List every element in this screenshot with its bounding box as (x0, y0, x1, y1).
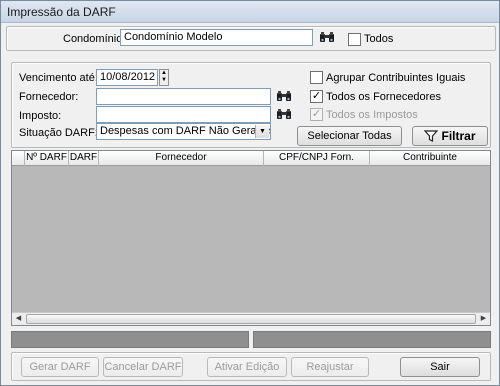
grid-col-darf[interactable]: DARF (69, 151, 99, 166)
scroll-left-icon[interactable]: ◀ (12, 313, 25, 325)
darf-window: Impressão da DARF Condomínio: Condomínio… (0, 0, 500, 386)
title-bar: Impressão da DARF (1, 1, 499, 23)
todos-fornecedores-checkbox[interactable]: ✓ (310, 90, 323, 103)
cancelar-darf-button[interactable]: Cancelar DARF (103, 357, 183, 377)
chevron-down-icon[interactable]: ▼ (255, 125, 269, 138)
situacao-label: Situação DARF: (19, 127, 98, 139)
grid-col-cpf-cnpj[interactable]: CPF/CNPJ Forn. (264, 151, 370, 166)
binoculars-icon (320, 32, 334, 42)
todos-checkbox[interactable] (348, 33, 361, 46)
todos-impostos-checkbox[interactable]: ✓ (310, 108, 323, 121)
vencimento-label: Vencimento até: (19, 72, 98, 84)
condominio-search-button[interactable] (317, 28, 337, 46)
todos-impostos-label: Todos os Impostos (326, 109, 418, 121)
todos-fornecedores-label: Todos os Fornecedores (326, 91, 441, 103)
agrupar-label: Agrupar Contribuintes Iguais (326, 72, 466, 84)
status-panel-left (11, 331, 249, 348)
binoculars-icon (277, 109, 291, 119)
situacao-value: Despesas com DARF Não Geradas (100, 125, 271, 137)
gerar-darf-button[interactable]: Gerar DARF (21, 357, 99, 377)
funnel-icon (424, 130, 439, 143)
spin-up-icon[interactable]: ▲ (160, 70, 168, 77)
spin-down-icon[interactable]: ▼ (160, 77, 168, 84)
imposto-field[interactable] (96, 106, 271, 123)
condominio-field[interactable]: Condomínio Modelo (120, 29, 313, 46)
vencimento-spinner[interactable]: ▲ ▼ (159, 69, 169, 86)
reajustar-button[interactable]: Reajustar (291, 357, 369, 377)
ativar-edicao-button[interactable]: Ativar Edição (207, 357, 287, 377)
vencimento-field[interactable]: 10/08/2012 (96, 69, 158, 86)
grid-col-contribuinte[interactable]: Contribuinte (370, 151, 490, 166)
filtrar-button[interactable]: Filtrar (412, 126, 488, 146)
darf-grid[interactable]: Nº DARF DARF Fornecedor CPF/CNPJ Forn. C… (11, 150, 491, 326)
situacao-select[interactable]: Despesas com DARF Não Geradas ▼ (96, 123, 271, 140)
sair-button[interactable]: Sair (400, 357, 480, 377)
grid-col-fornecedor[interactable]: Fornecedor (99, 151, 264, 166)
imposto-label: Imposto: (19, 110, 62, 122)
selecionar-todas-button[interactable]: Selecionar Todas (297, 126, 402, 146)
imposto-search-button[interactable] (274, 105, 294, 123)
agrupar-checkbox[interactable] (310, 71, 323, 84)
scroll-right-icon[interactable]: ▶ (477, 313, 490, 325)
status-panel-right (253, 331, 491, 348)
grid-header: Nº DARF DARF Fornecedor CPF/CNPJ Forn. C… (12, 151, 490, 166)
binoculars-icon (277, 91, 291, 101)
condominio-label: Condomínio: (63, 33, 126, 45)
filtrar-label: Filtrar (441, 129, 476, 144)
todos-label: Todos (364, 33, 394, 45)
grid-col-num-darf[interactable]: Nº DARF (25, 151, 69, 166)
window-title: Impressão da DARF (7, 5, 116, 19)
grid-col-indicator[interactable] (12, 151, 25, 166)
fornecedor-search-button[interactable] (274, 87, 294, 105)
scroll-thumb[interactable] (26, 314, 476, 324)
fornecedor-field[interactable] (96, 88, 271, 105)
grid-horizontal-scrollbar[interactable]: ◀ ▶ (12, 312, 490, 325)
fornecedor-label: Fornecedor: (19, 91, 79, 103)
